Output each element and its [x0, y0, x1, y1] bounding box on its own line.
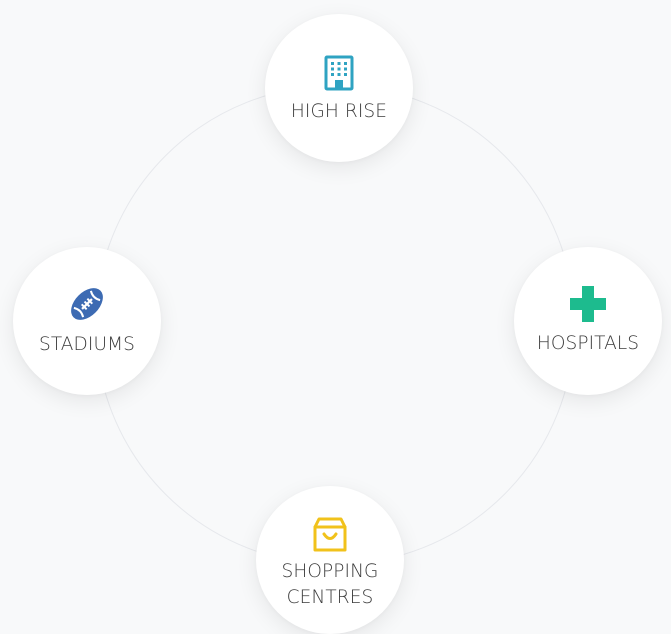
node-hospitals[interactable]: HOSPITALS [514, 247, 662, 395]
node-label-shopping-centres: SHOPPING CENTRES [281, 561, 379, 608]
node-shopping-centres[interactable]: SHOPPING CENTRES [256, 486, 404, 634]
node-label-stadiums: STADIUMS [38, 334, 135, 355]
building-icon [324, 55, 354, 91]
node-stadiums[interactable]: STADIUMS [13, 247, 161, 395]
node-label-high-rise: HIGH RISE [290, 101, 388, 122]
football-icon [67, 284, 107, 324]
node-high-rise[interactable]: HIGH RISE [265, 14, 413, 162]
shopping-bag-icon [313, 517, 347, 553]
node-label-hospitals: HOSPITALS [536, 333, 640, 354]
medical-cross-icon [569, 285, 607, 323]
